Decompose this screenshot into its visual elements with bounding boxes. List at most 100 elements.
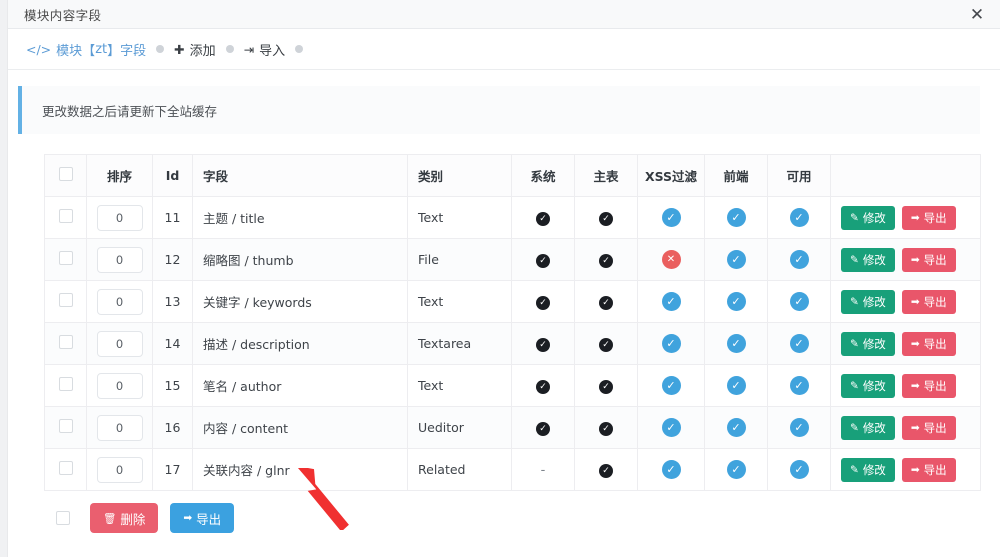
pencil-icon: ✎ [850,337,859,350]
field-cell: 关键字 / keywords [192,280,408,323]
edit-button[interactable]: ✎ 修改 [841,331,895,356]
sort-input[interactable]: 0 [96,246,143,273]
check-blue-icon[interactable]: ✓ [789,460,809,479]
id-cell: 16 [152,406,193,449]
edit-button-label: 修改 [862,378,886,393]
type-cell: File [407,238,512,281]
check-blue-icon[interactable]: ✓ [726,460,746,479]
breadcrumb-item-module-fields[interactable]: </> 模块【 zt 】字段 [26,40,146,59]
check-dark-icon: ✓ [536,212,550,227]
edit-button[interactable]: ✎ 修改 [841,289,895,314]
check-blue-icon[interactable]: ✓ [789,250,809,269]
check-blue-icon[interactable]: ✓ [789,292,809,311]
row-export-button[interactable]: ➡ 导出 [901,205,956,230]
edit-button[interactable]: ✎ 修改 [841,415,895,440]
row-checkbox[interactable] [58,377,73,391]
main-table-cell: ✓ [574,238,638,281]
sort-cell: 0 [86,238,153,281]
toolbar-item-add[interactable]: ✚ 添加 [174,40,216,59]
check-blue-icon[interactable]: ✓ [726,334,746,353]
bulk-select-checkbox[interactable] [56,511,70,525]
xss-filter-cell: ✓ [637,406,705,449]
row-export-button[interactable]: ➡ 导出 [901,331,956,356]
sort-input[interactable]: 0 [96,288,143,315]
actions-cell: ✎ 修改 ➡ 导出 [830,448,981,491]
edit-button[interactable]: ✎ 修改 [841,205,895,230]
sort-input[interactable]: 0 [96,414,143,441]
row-checkbox[interactable] [58,209,73,223]
check-blue-icon[interactable]: ✓ [661,292,681,311]
export-icon: ➡ [183,512,193,524]
table-row: 0 15 笔名 / author Text ✓ ✓ ✓ ✓ ✓ ✎ 修改 ➡ 导出 [44,364,981,407]
delete-button-label: 删除 [120,511,146,527]
export-icon: ➡ [910,463,920,476]
system-cell: ✓ [511,238,575,281]
check-blue-icon[interactable]: ✓ [789,208,809,227]
header-id: Id [152,154,193,197]
dash-placeholder: - [540,462,546,478]
field-cell: 关联内容 / glnr [192,448,408,491]
check-blue-icon[interactable]: ✓ [789,376,809,395]
edit-button[interactable]: ✎ 修改 [841,373,895,398]
sort-input[interactable]: 0 [96,204,143,231]
field-cell: 缩略图 / thumb [192,238,408,281]
row-select-cell [44,448,87,491]
sort-cell: 0 [86,364,153,407]
toolbar-item-import-label: 导入 [259,43,286,59]
export-icon: ➡ [910,253,920,266]
export-button[interactable]: ➡ 导出 [170,503,235,533]
row-export-button[interactable]: ➡ 导出 [901,373,956,398]
pencil-icon: ✎ [850,421,859,434]
check-blue-icon[interactable]: ✓ [726,292,746,311]
xss-filter-cell: ✓ [637,448,705,491]
row-export-button[interactable]: ➡ 导出 [901,415,956,440]
select-all-checkbox[interactable] [58,167,73,181]
check-blue-icon[interactable]: ✓ [726,250,746,269]
frontend-cell: ✓ [704,280,768,323]
frontend-cell: ✓ [704,364,768,407]
field-cell: 描述 / description [192,322,408,365]
sort-input[interactable]: 0 [96,372,143,399]
check-blue-icon[interactable]: ✓ [726,208,746,227]
row-checkbox[interactable] [58,335,73,349]
main-table-cell: ✓ [574,406,638,449]
check-blue-icon[interactable]: ✓ [789,418,809,437]
check-blue-icon[interactable]: ✓ [661,418,681,437]
id-cell: 11 [152,196,193,239]
row-export-button[interactable]: ➡ 导出 [901,289,956,314]
trash-icon: 🗑 [103,512,117,525]
actions-cell: ✎ 修改 ➡ 导出 [830,364,981,407]
check-dark-icon: ✓ [599,254,613,269]
check-blue-icon[interactable]: ✓ [726,418,746,437]
type-cell: Related [407,448,512,491]
check-blue-icon[interactable]: ✓ [726,376,746,395]
available-cell: ✓ [767,238,831,281]
row-export-button[interactable]: ➡ 导出 [901,247,956,272]
row-export-button[interactable]: ➡ 导出 [901,457,956,482]
edit-button[interactable]: ✎ 修改 [841,247,895,272]
toolbar-item-import[interactable]: ⇥ 导入 [244,40,286,59]
check-blue-icon[interactable]: ✓ [789,334,809,353]
row-checkbox[interactable] [58,251,73,265]
check-blue-icon[interactable]: ✓ [661,334,681,353]
export-button-label: 导出 [196,511,222,527]
cross-red-icon[interactable]: ✕ [661,250,681,270]
row-checkbox[interactable] [58,293,73,307]
pencil-icon: ✎ [850,253,859,266]
sort-input[interactable]: 0 [96,330,143,357]
delete-button[interactable]: 🗑 删除 [90,503,159,533]
close-icon[interactable]: ✕ [966,4,988,26]
check-dark-icon: ✓ [536,422,550,437]
frontend-cell: ✓ [704,196,768,239]
check-blue-icon[interactable]: ✓ [661,208,681,227]
row-checkbox[interactable] [58,461,73,475]
check-blue-icon[interactable]: ✓ [661,376,681,395]
sort-cell: 0 [86,406,153,449]
check-blue-icon[interactable]: ✓ [661,460,681,479]
edit-button[interactable]: ✎ 修改 [841,457,895,482]
row-checkbox[interactable] [58,419,73,433]
row-select-cell [44,322,87,365]
sort-input[interactable]: 0 [96,456,143,483]
dialog-window: 模块内容字段 ✕ </> 模块【 zt 】字段 ✚ 添加 ⇥ 导入 更改数据之后请更… [0,0,1000,557]
main-table-cell: ✓ [574,448,638,491]
